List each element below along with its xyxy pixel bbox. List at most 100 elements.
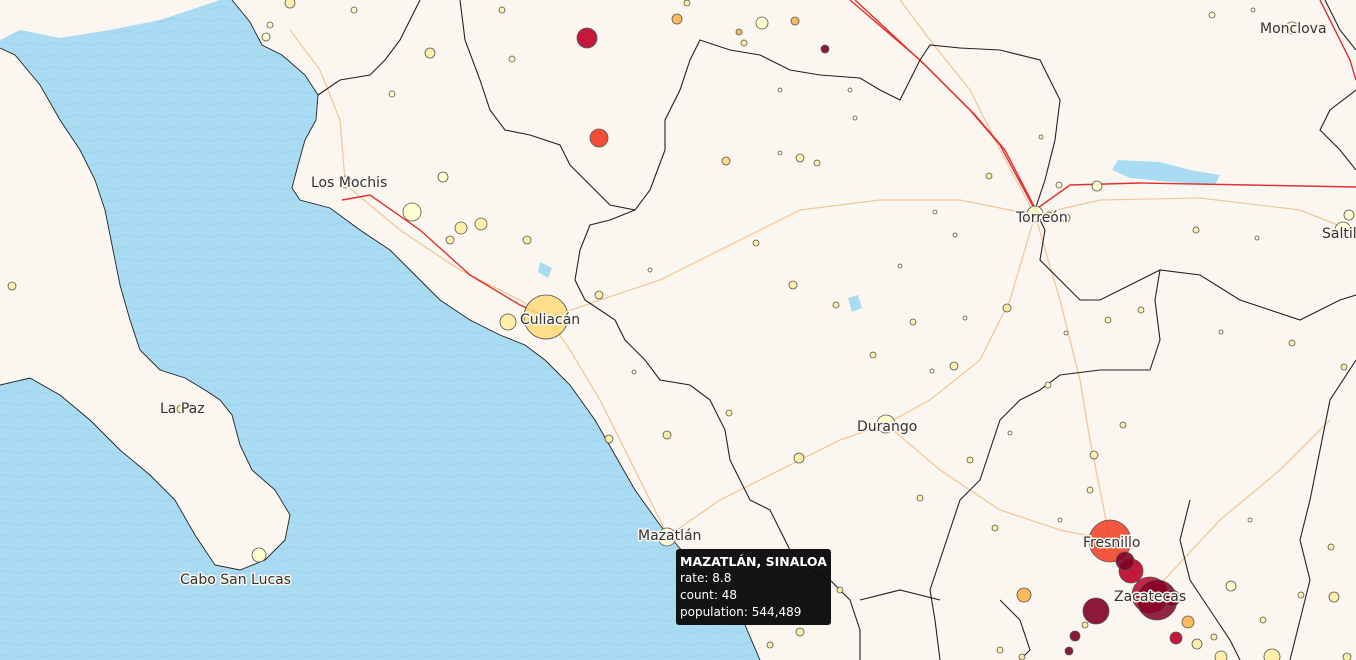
incident-marker[interactable] (777, 150, 783, 156)
incident-marker[interactable] (985, 172, 993, 180)
incident-marker[interactable] (725, 409, 733, 417)
incident-marker[interactable] (445, 235, 455, 245)
incident-marker[interactable] (454, 221, 468, 235)
map-canvas[interactable]: Los Mochis Culiacán La Paz Cabo San Lucas Ma… (0, 0, 1356, 660)
incident-marker[interactable] (1225, 580, 1237, 592)
incident-marker[interactable] (795, 627, 805, 637)
incident-marker[interactable] (474, 217, 488, 231)
incident-marker[interactable] (952, 232, 958, 238)
incident-marker[interactable] (962, 315, 968, 321)
incident-marker[interactable] (1057, 517, 1063, 523)
incident-marker[interactable] (1038, 134, 1044, 140)
incident-marker[interactable] (813, 159, 821, 167)
incident-marker[interactable] (1327, 543, 1335, 551)
incident-marker[interactable] (1297, 591, 1305, 599)
incident-marker[interactable] (795, 153, 805, 163)
incident-marker[interactable] (1119, 421, 1127, 429)
incident-marker[interactable] (594, 290, 604, 300)
incident-marker[interactable] (966, 456, 974, 464)
incident-marker[interactable] (498, 6, 506, 14)
incident-marker[interactable] (350, 6, 358, 14)
incident-marker[interactable] (671, 13, 683, 25)
incident-marker[interactable] (1069, 630, 1081, 642)
incident-marker[interactable] (1218, 329, 1224, 335)
incident-marker[interactable] (1018, 653, 1026, 660)
incident-marker[interactable] (755, 16, 769, 30)
incident-marker[interactable] (1091, 180, 1103, 192)
incident-marker[interactable] (1343, 209, 1355, 221)
incident-marker[interactable] (522, 235, 532, 245)
incident-marker[interactable] (1081, 621, 1089, 629)
incident-marker[interactable] (1214, 650, 1228, 660)
incident-marker[interactable] (402, 202, 422, 222)
incident-marker[interactable] (832, 301, 840, 309)
incident-marker[interactable] (836, 586, 844, 594)
incident-marker[interactable] (897, 263, 903, 269)
incident-marker[interactable] (1181, 615, 1195, 629)
incident-marker[interactable] (820, 44, 830, 54)
incident-marker[interactable] (437, 171, 449, 183)
incident-marker[interactable] (499, 313, 517, 331)
incident-marker[interactable] (788, 280, 798, 290)
incident-marker[interactable] (1254, 235, 1260, 241)
incident-marker[interactable] (1342, 652, 1352, 660)
incident-marker[interactable] (1169, 631, 1183, 645)
incident-marker[interactable] (662, 430, 672, 440)
incident-marker[interactable] (251, 547, 267, 563)
incident-marker[interactable] (1263, 648, 1281, 660)
incident-marker[interactable] (793, 452, 805, 464)
incident-marker[interactable] (604, 434, 614, 444)
incident-marker[interactable] (1016, 587, 1032, 603)
incident-marker[interactable] (1002, 303, 1012, 313)
incident-marker[interactable] (1247, 517, 1253, 523)
incident-marker[interactable] (1192, 226, 1200, 234)
incident-marker[interactable] (1328, 591, 1340, 603)
incident-marker[interactable] (777, 87, 783, 93)
incident-marker[interactable] (847, 87, 853, 93)
incident-marker[interactable] (1055, 181, 1063, 189)
incident-marker[interactable] (508, 55, 516, 63)
incident-marker[interactable] (1007, 430, 1013, 436)
incident-marker[interactable] (1104, 316, 1112, 324)
incident-marker[interactable] (388, 90, 396, 98)
incident-marker[interactable] (683, 0, 691, 7)
incident-marker[interactable] (949, 361, 959, 371)
incident-marker[interactable] (991, 524, 999, 532)
incident-marker[interactable] (631, 369, 637, 375)
incident-marker[interactable] (1086, 486, 1094, 494)
incident-marker[interactable] (1137, 306, 1145, 314)
incident-marker[interactable] (735, 28, 743, 36)
incident-marker[interactable] (1082, 597, 1110, 625)
incident-marker[interactable] (1210, 633, 1218, 641)
incident-marker[interactable] (869, 351, 877, 359)
incident-marker[interactable] (1288, 339, 1296, 347)
incident-marker[interactable] (647, 267, 653, 273)
incident-marker[interactable] (1208, 11, 1216, 19)
incident-marker[interactable] (7, 281, 17, 291)
incident-marker[interactable] (852, 115, 858, 121)
incident-marker[interactable] (721, 156, 731, 166)
incident-marker[interactable] (1089, 450, 1099, 460)
incident-marker[interactable] (929, 368, 935, 374)
incident-marker[interactable] (589, 128, 609, 148)
incident-marker[interactable] (576, 27, 598, 49)
incident-marker[interactable] (996, 646, 1004, 654)
incident-marker[interactable] (424, 47, 436, 59)
incident-marker[interactable] (1063, 330, 1069, 336)
incident-marker[interactable] (1340, 363, 1348, 371)
incident-marker[interactable] (1250, 7, 1256, 13)
incident-marker[interactable] (766, 641, 774, 649)
incident-marker[interactable] (261, 32, 271, 42)
incident-marker[interactable] (1044, 381, 1052, 389)
incident-marker[interactable] (284, 0, 296, 9)
incident-marker[interactable] (1259, 616, 1267, 624)
incident-marker[interactable] (909, 318, 917, 326)
incident-marker[interactable] (790, 16, 800, 26)
incident-marker[interactable] (932, 209, 938, 215)
incident-marker[interactable] (916, 494, 924, 502)
incident-marker[interactable] (752, 239, 760, 247)
incident-marker[interactable] (1191, 638, 1203, 650)
incident-marker[interactable] (1115, 551, 1135, 571)
incident-marker[interactable] (266, 21, 274, 29)
incident-marker[interactable] (740, 39, 748, 47)
